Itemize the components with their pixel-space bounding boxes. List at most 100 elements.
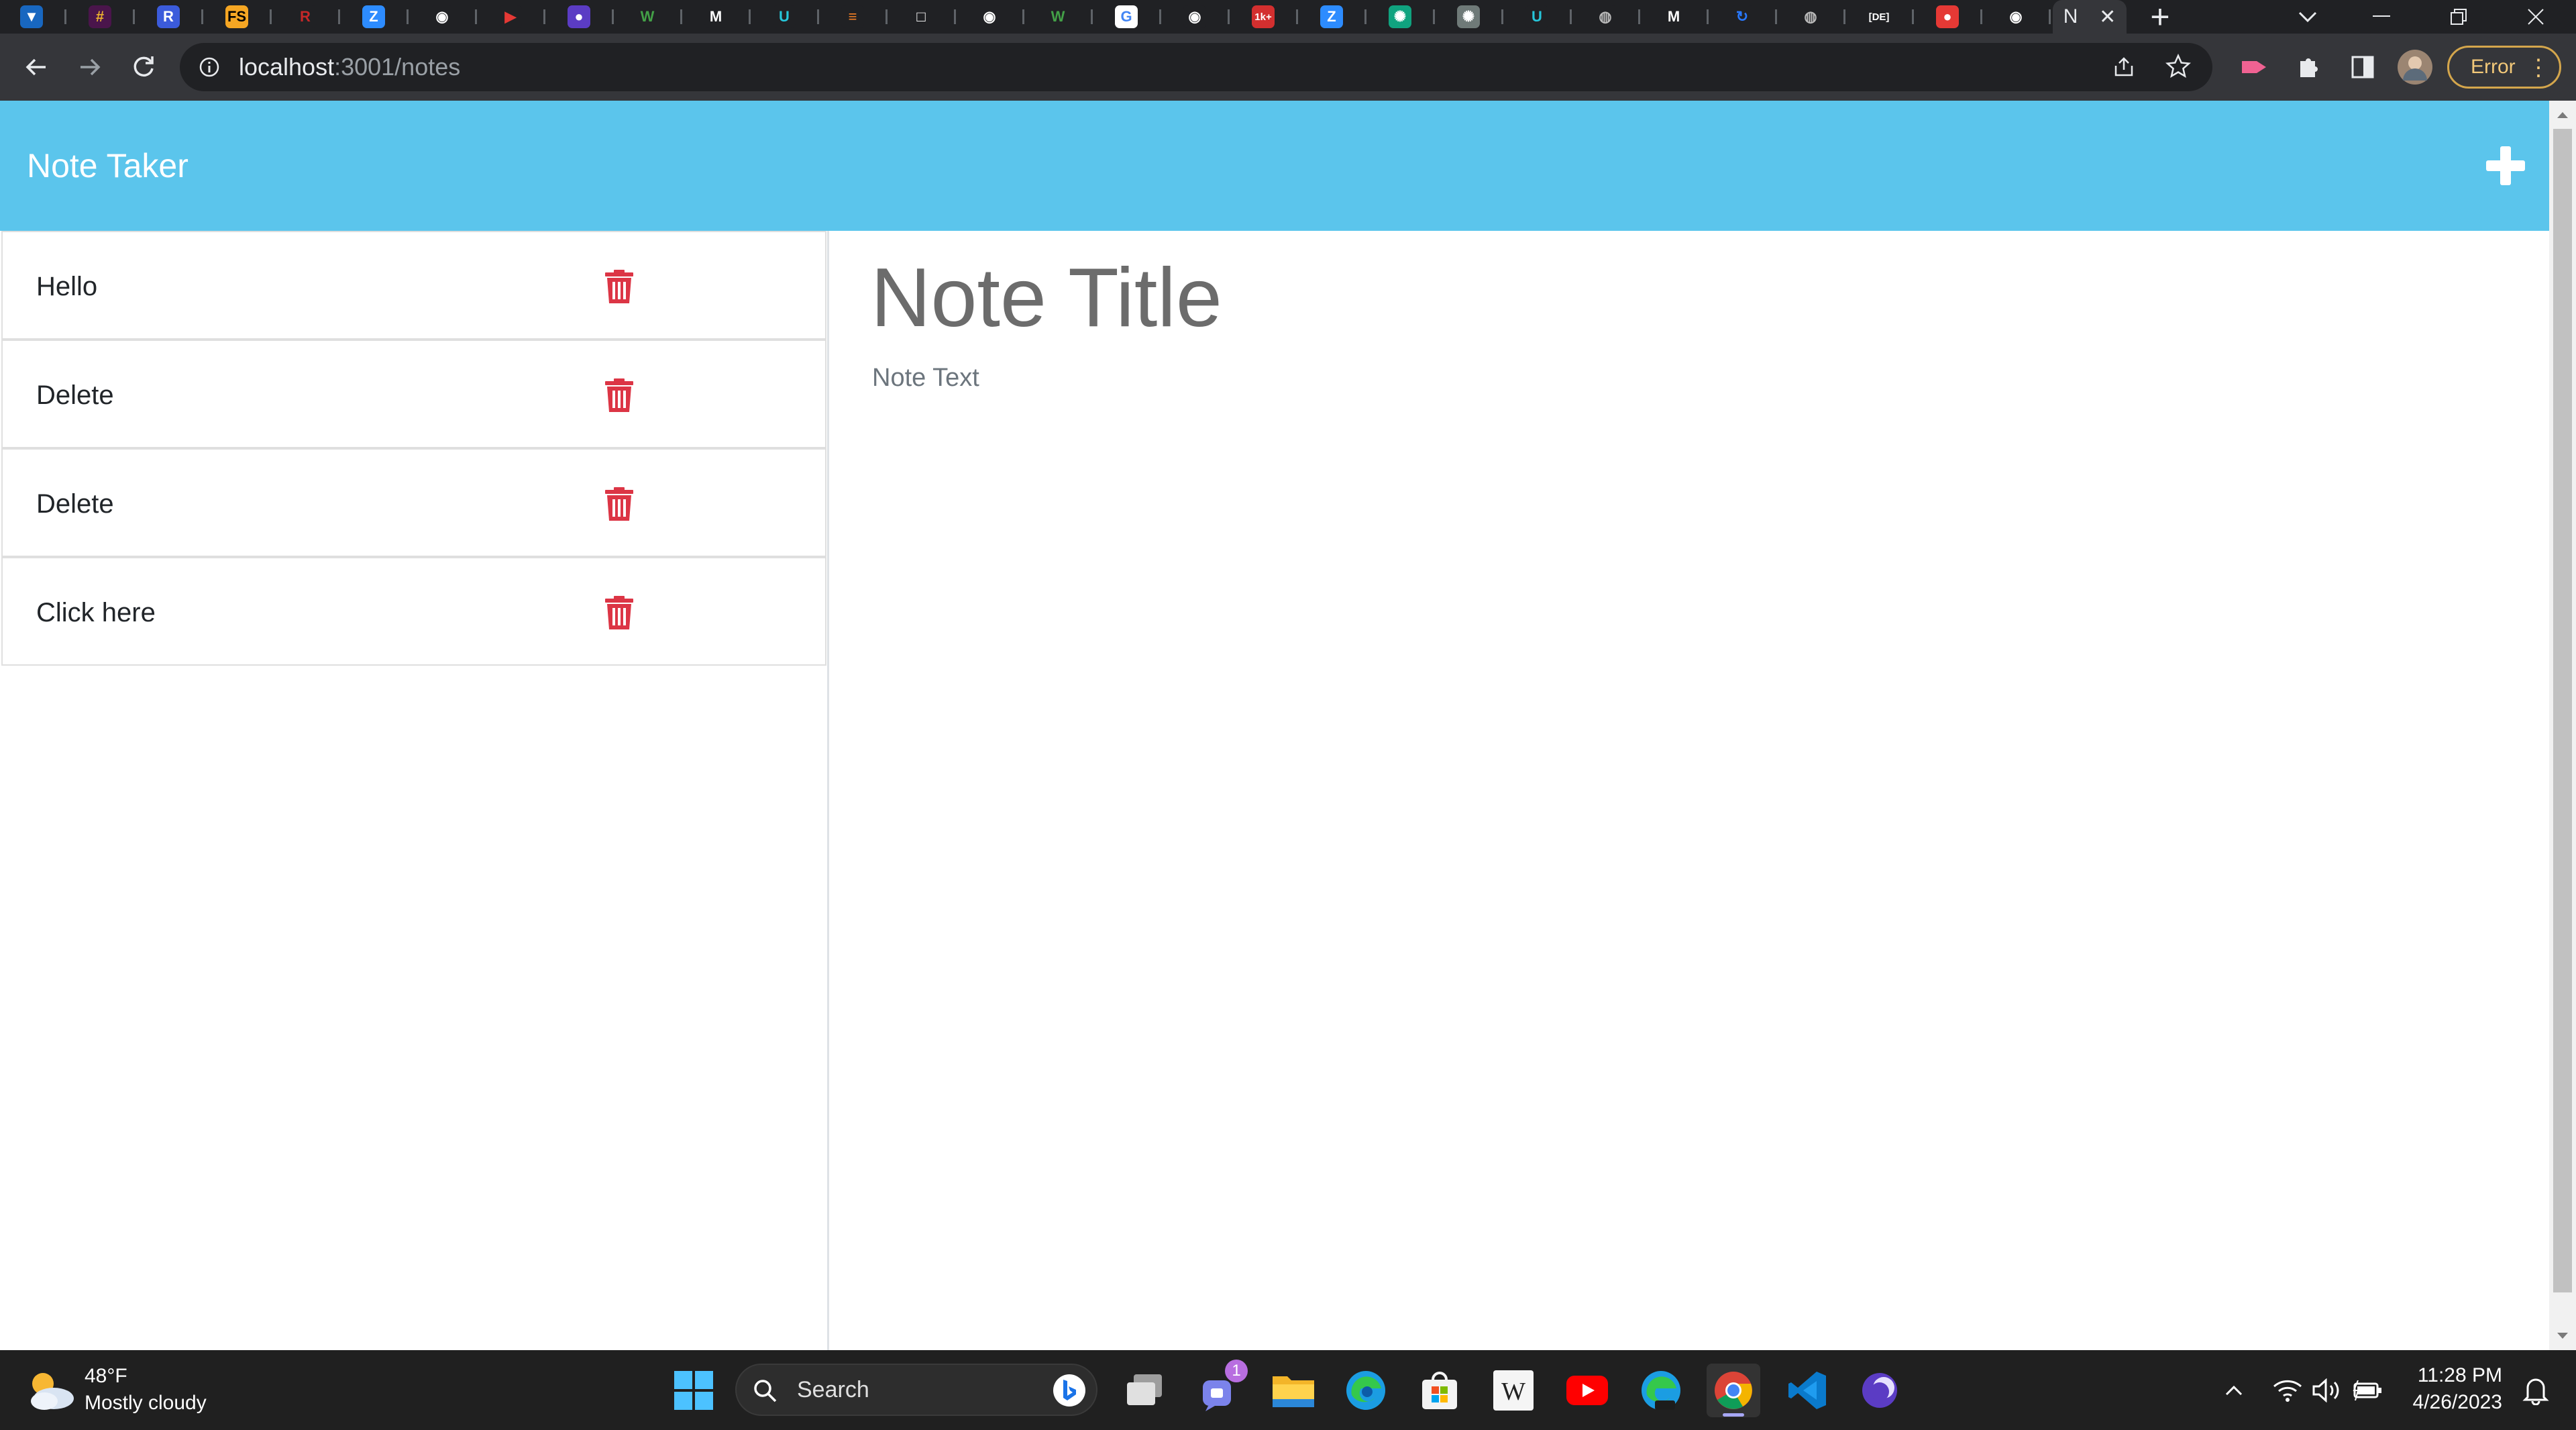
zoom-tab[interactable]: Z bbox=[342, 0, 412, 34]
square-tab[interactable]: □ bbox=[890, 0, 959, 34]
app-brand[interactable]: Note Taker bbox=[27, 101, 189, 231]
search-label: Search bbox=[797, 1377, 869, 1402]
github-tab[interactable]: ◉ bbox=[411, 0, 480, 34]
youtube-button[interactable] bbox=[1560, 1364, 1614, 1417]
note-list-item[interactable]: Delete bbox=[1, 340, 826, 448]
count-tab[interactable]: 1k+ bbox=[1232, 0, 1301, 34]
back-button[interactable] bbox=[16, 47, 56, 87]
scroll-down-arrow-icon[interactable] bbox=[2556, 1331, 2569, 1341]
note-list: Hello Delete Delete Click here bbox=[0, 231, 829, 1350]
w-tab-2[interactable]: W bbox=[1026, 0, 1096, 34]
r-tab[interactable]: R bbox=[137, 0, 207, 34]
u-tab-2[interactable]: U bbox=[1505, 0, 1575, 34]
close-window-button[interactable] bbox=[2499, 0, 2573, 34]
github-tab-4[interactable]: ◉ bbox=[1984, 0, 2054, 34]
globe-tab-2[interactable]: ◍ bbox=[1779, 0, 1849, 34]
bing-icon[interactable] bbox=[1052, 1373, 1087, 1408]
purple-tab[interactable]: ● bbox=[547, 0, 617, 34]
profile-button[interactable] bbox=[2395, 47, 2435, 87]
reload-button[interactable] bbox=[123, 47, 164, 87]
tab-separator bbox=[1159, 9, 1161, 24]
wikipedia-button[interactable]: W bbox=[1487, 1364, 1540, 1417]
loop-tab[interactable]: ↻ bbox=[1711, 0, 1780, 34]
u-tab[interactable]: U bbox=[753, 0, 822, 34]
trash-icon[interactable] bbox=[604, 596, 635, 629]
teams-button[interactable]: 1 bbox=[1193, 1360, 1248, 1417]
moon-app-button[interactable] bbox=[1853, 1364, 1907, 1417]
github-tab-3[interactable]: ◉ bbox=[1163, 0, 1233, 34]
side-panel-button[interactable] bbox=[2343, 47, 2383, 87]
share-icon[interactable] bbox=[2112, 55, 2136, 79]
vuetify-tab[interactable]: ▼ bbox=[0, 0, 70, 34]
new-tab-button[interactable]: + bbox=[2127, 0, 2194, 36]
store-button[interactable] bbox=[1413, 1364, 1466, 1417]
battery-status[interactable] bbox=[2341, 1364, 2395, 1417]
slack-tab[interactable]: # bbox=[68, 0, 138, 34]
bookmark-star-icon[interactable] bbox=[2165, 54, 2191, 79]
taskbar-search-box[interactable]: Search bbox=[735, 1364, 1097, 1416]
more-vert-icon[interactable]: ⋮ bbox=[2527, 53, 2550, 83]
note-list-item[interactable]: Delete bbox=[1, 448, 826, 557]
page-scrollbar[interactable] bbox=[2549, 101, 2576, 1350]
address-bar[interactable]: localhost:3001/notes bbox=[180, 43, 2212, 91]
fs-tab[interactable]: FS bbox=[205, 0, 275, 34]
weather-temp: 48°F bbox=[85, 1365, 127, 1387]
note-item-title[interactable]: Click here bbox=[36, 558, 156, 667]
note-item-title[interactable]: Hello bbox=[36, 232, 97, 341]
vscode-button[interactable] bbox=[1780, 1364, 1834, 1417]
slack-favicon-icon: # bbox=[89, 5, 111, 28]
info-icon[interactable] bbox=[199, 56, 220, 78]
scroll-up-arrow-icon[interactable] bbox=[2556, 110, 2569, 119]
video-tab[interactable]: ▶ bbox=[479, 0, 549, 34]
forward-button[interactable] bbox=[70, 47, 110, 87]
m-favicon-icon: M bbox=[1662, 5, 1685, 28]
m-tab[interactable]: M bbox=[684, 0, 754, 34]
close-tab-icon[interactable]: ✕ bbox=[2099, 5, 2116, 29]
globe-tab[interactable]: ◍ bbox=[1574, 0, 1644, 34]
zoom-tab-2[interactable]: Z bbox=[1300, 0, 1370, 34]
note-list-item[interactable]: Click here bbox=[1, 557, 826, 666]
edge-icon bbox=[1346, 1371, 1385, 1410]
r-red-tab[interactable]: R bbox=[274, 0, 343, 34]
system-clock[interactable]: 11:28 PM 4/26/2023 bbox=[2402, 1362, 2502, 1419]
note-item-title[interactable]: Delete bbox=[36, 450, 114, 558]
restore-button[interactable] bbox=[2422, 0, 2496, 34]
task-view-button[interactable] bbox=[1118, 1364, 1171, 1417]
w-tab[interactable]: W bbox=[616, 0, 686, 34]
speaker-icon bbox=[2312, 1378, 2339, 1402]
profile-error-chip[interactable]: Error ⋮ bbox=[2447, 46, 2561, 89]
notifications-button[interactable] bbox=[2509, 1364, 2563, 1417]
chatgpt-tab-2[interactable]: ✺ bbox=[1437, 0, 1507, 34]
google-tab[interactable]: G bbox=[1095, 0, 1165, 34]
github-tab-2[interactable]: ◉ bbox=[958, 0, 1028, 34]
note-title-input[interactable] bbox=[871, 251, 2481, 345]
show-hidden-icons-button[interactable] bbox=[2207, 1364, 2261, 1417]
extensions-menu-button[interactable] bbox=[2289, 47, 2329, 87]
weather-widget[interactable]: 48°F Mostly cloudy bbox=[24, 1362, 246, 1419]
tab-search-button[interactable] bbox=[2271, 0, 2345, 34]
trash-icon[interactable] bbox=[604, 270, 635, 303]
trash-icon[interactable] bbox=[604, 487, 635, 521]
file-explorer-button[interactable] bbox=[1267, 1364, 1320, 1417]
start-button[interactable] bbox=[667, 1364, 720, 1417]
extension-button[interactable] bbox=[2234, 47, 2274, 87]
edge-button[interactable] bbox=[1339, 1364, 1393, 1417]
note-item-title[interactable]: Delete bbox=[36, 341, 114, 450]
de-tab[interactable]: [DE] bbox=[1847, 0, 1917, 34]
url-text[interactable]: localhost:3001/notes bbox=[239, 43, 460, 91]
minimize-button[interactable] bbox=[2345, 0, 2418, 34]
scrollbar-thumb[interactable] bbox=[2553, 129, 2572, 1292]
active-tab[interactable]: N ✕ bbox=[2053, 0, 2127, 34]
red-tab[interactable]: ● bbox=[1916, 0, 1986, 34]
folder-icon bbox=[1273, 1376, 1314, 1407]
chrome-button[interactable] bbox=[1707, 1364, 1760, 1417]
note-list-item[interactable]: Hello bbox=[1, 231, 826, 340]
note-text-textarea[interactable] bbox=[872, 364, 2482, 1303]
stack-tab[interactable]: ≡ bbox=[821, 0, 891, 34]
new-note-plus-icon[interactable] bbox=[2482, 142, 2529, 189]
trash-icon[interactable] bbox=[604, 378, 635, 412]
edge-dev-button[interactable] bbox=[1634, 1364, 1688, 1417]
m-tab-2[interactable]: M bbox=[1642, 0, 1712, 34]
chatgpt-tab[interactable]: ✺ bbox=[1368, 0, 1438, 34]
clock-date: 4/26/2023 bbox=[2412, 1391, 2502, 1413]
